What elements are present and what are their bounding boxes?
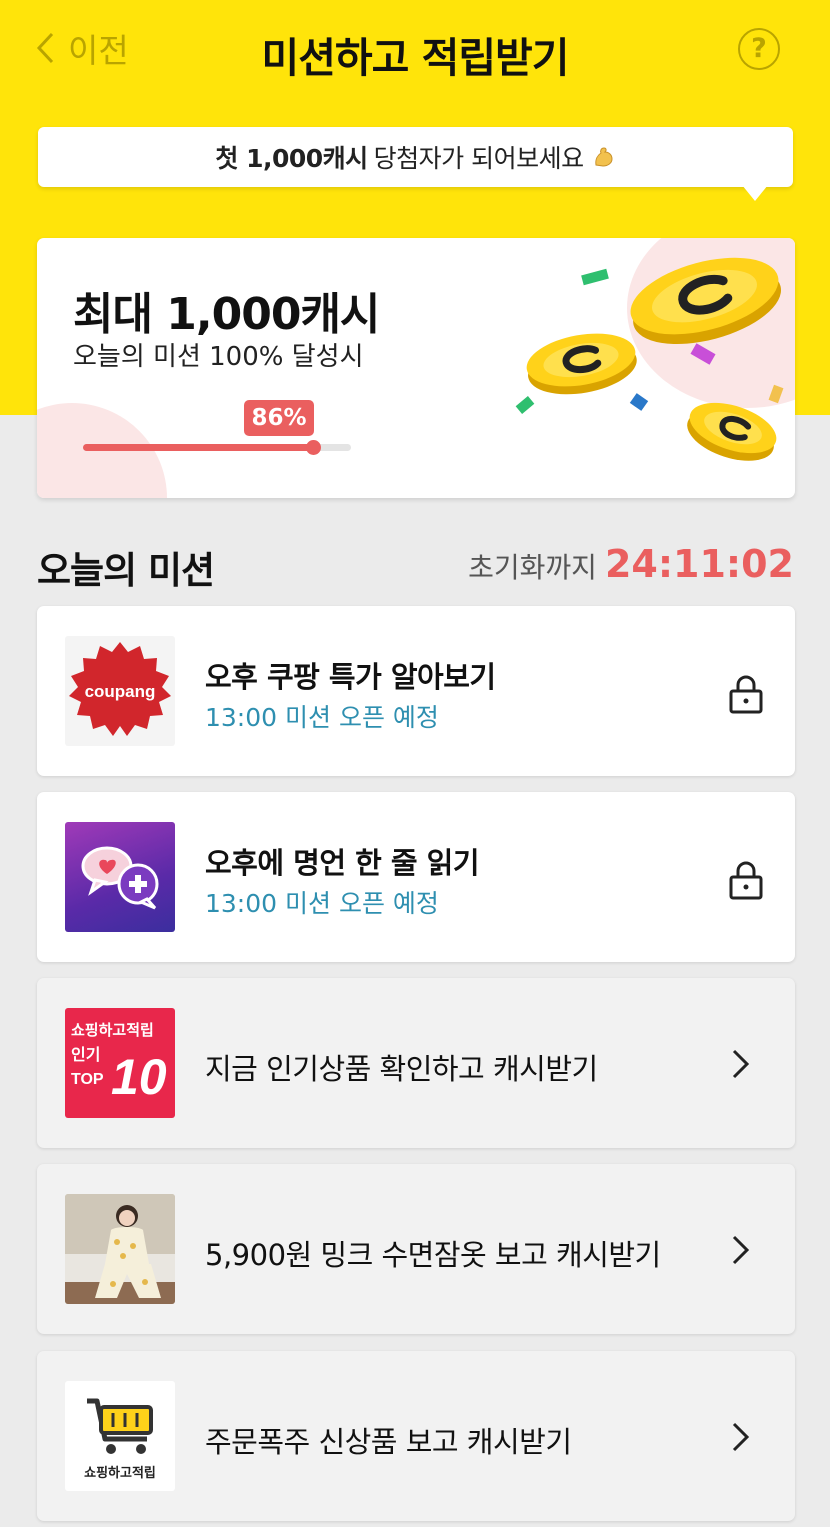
reward-subtitle: 오늘의 미션 100% 달성시 [73, 342, 364, 372]
reset-timer: 초기화까지 24:11:02 [468, 542, 794, 586]
svg-text:쇼핑하고적립: 쇼핑하고적립 [84, 1465, 156, 1480]
reward-card: 최대 1,000캐시 오늘의 미션 100% 달성시 86% [37, 238, 795, 498]
lock-icon [729, 675, 763, 714]
mission-item-top10[interactable]: 쇼핑하고적립 인기 TOP 10 지금 인기상품 확인하고 캐시받기 [37, 978, 795, 1148]
mission-status: 13:00 미션 오픈 예정 [205, 889, 439, 918]
chevron-right-icon [732, 1422, 750, 1452]
promo-text: 당첨자가 되어보세요 [373, 144, 584, 173]
svg-text:TOP: TOP [71, 1071, 104, 1088]
mission-item-new-products[interactable]: 쇼핑하고적립 주문폭주 신상품 보고 캐시받기 [37, 1351, 795, 1521]
progress-knob [306, 440, 322, 455]
pajama-photo [65, 1194, 175, 1304]
top10-badge: 쇼핑하고적립 인기 TOP 10 [65, 1008, 175, 1118]
section-title: 오늘의 미션 [37, 549, 215, 592]
flexed-biceps-icon [594, 147, 613, 167]
coins-illustration [515, 257, 784, 461]
tooltip-tail [742, 185, 768, 201]
coupang-logo: coupang [65, 636, 175, 746]
mission-item-pajama[interactable]: 5,900원 밍크 수면잠옷 보고 캐시받기 [37, 1164, 795, 1334]
mission-status: 13:00 미션 오픈 예정 [205, 703, 439, 732]
svg-text:인기: 인기 [71, 1046, 100, 1064]
mission-label: 5,900원 밍크 수면잠옷 보고 캐시받기 [205, 1238, 661, 1272]
mission-label: 주문폭주 신상품 보고 캐시받기 [205, 1425, 572, 1459]
mission-title: 오후에 명언 한 줄 읽기 [205, 846, 480, 880]
help-icon[interactable]: ? [738, 28, 780, 70]
promo-highlight: 첫 1,000캐시 [215, 144, 368, 173]
progress-fill [83, 444, 314, 451]
mission-item-coupang[interactable]: coupang 오후 쿠팡 특가 알아보기 13:00 미션 오픈 예정 [37, 606, 795, 776]
reset-label: 초기화까지 [468, 551, 597, 584]
chevron-right-icon [732, 1235, 750, 1265]
mission-title: 오후 쿠팡 특가 알아보기 [205, 660, 496, 694]
quote-chat-icon [65, 822, 175, 932]
chevron-right-icon [732, 1049, 750, 1079]
svg-text:10: 10 [111, 1049, 167, 1105]
reset-time: 24:11:02 [604, 542, 794, 586]
svg-text:쇼핑하고적립: 쇼핑하고적립 [71, 1021, 154, 1039]
mission-label: 지금 인기상품 확인하고 캐시받기 [205, 1052, 598, 1086]
mission-item-quote[interactable]: 오후에 명언 한 줄 읽기 13:00 미션 오픈 예정 [37, 792, 795, 962]
page-title: 미션하고 적립받기 [261, 34, 569, 82]
reward-title: 최대 1,000캐시 [73, 289, 380, 340]
svg-text:coupang: coupang [85, 682, 156, 701]
lock-icon [729, 861, 763, 900]
promo-tooltip: 첫 1,000캐시 당첨자가 되어보세요 [38, 127, 793, 201]
progress-bar [83, 440, 351, 455]
header: 이전 미션하고 적립받기 ? [0, 0, 830, 100]
progress-badge: 86% [244, 400, 314, 436]
shopping-cart-icon: 쇼핑하고적립 [65, 1381, 175, 1491]
